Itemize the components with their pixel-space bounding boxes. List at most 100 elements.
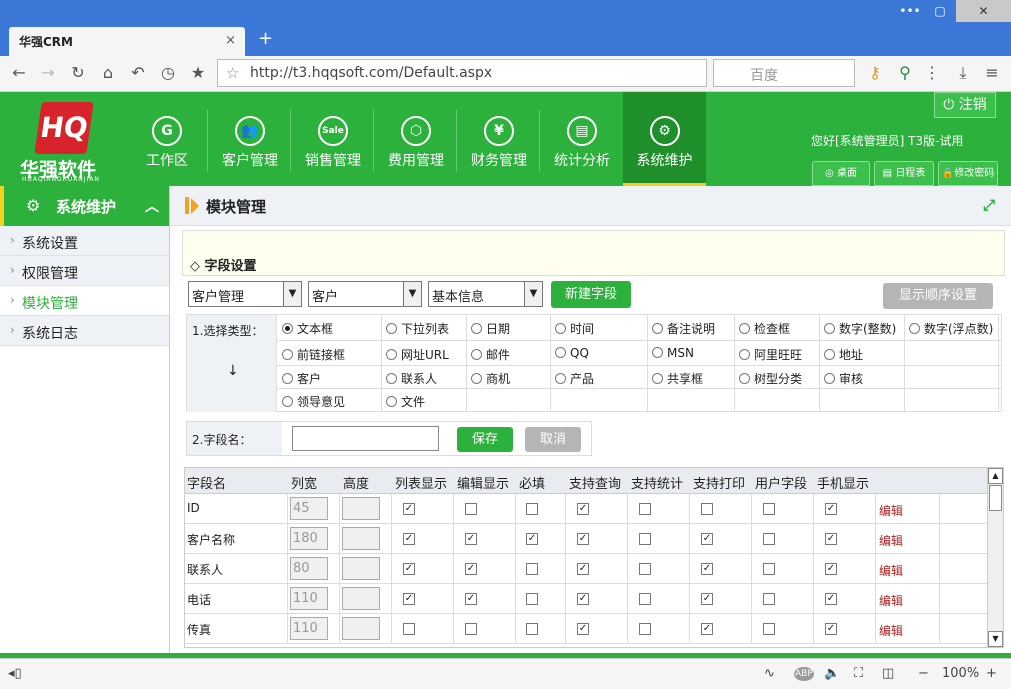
column-width-input[interactable]: 110 [290, 617, 328, 640]
nav-expense[interactable]: ⬡ 费用管理 [376, 92, 456, 186]
option-checkbox[interactable] [639, 503, 651, 515]
edit-link[interactable]: 编辑 [879, 532, 903, 549]
type-radio-memo[interactable]: 备注说明 [652, 320, 715, 337]
col-header[interactable]: 字段名 [187, 473, 226, 492]
option-checkbox[interactable]: ✓ [526, 533, 538, 545]
group-select[interactable]: 基本信息 ▼ [428, 281, 543, 307]
type-radio-prelink[interactable]: 前链接框 [282, 346, 345, 363]
edit-link[interactable]: 编辑 [879, 622, 903, 639]
option-checkbox[interactable]: ✓ [701, 563, 713, 575]
option-checkbox[interactable]: ✓ [825, 623, 837, 635]
type-radio-audit[interactable]: 审核 [824, 370, 863, 387]
option-checkbox[interactable] [465, 623, 477, 635]
scrollbar[interactable]: ▲ ▼ [987, 468, 1003, 647]
option-checkbox[interactable]: ✓ [403, 563, 415, 575]
display-order-button[interactable]: 显示顺序设置 [883, 283, 993, 309]
browser-tab[interactable]: 华强CRM × [9, 27, 245, 56]
split-view-icon[interactable]: ◫ [882, 666, 894, 681]
option-checkbox[interactable] [763, 503, 775, 515]
type-radio-aliwangwang[interactable]: 阿里旺旺 [739, 346, 802, 363]
col-header[interactable]: 列宽 [291, 473, 317, 492]
option-checkbox[interactable]: ✓ [465, 563, 477, 575]
option-checkbox[interactable]: ✓ [577, 563, 589, 575]
menu-button[interactable]: ••• [896, 0, 924, 22]
change-password-button[interactable]: 🔒修改密码 [938, 161, 998, 186]
option-checkbox[interactable]: ✓ [403, 533, 415, 545]
type-radio-url[interactable]: 网址URL [386, 346, 449, 363]
col-header[interactable]: 支持查询 [569, 473, 621, 492]
key-icon[interactable]: ⚷ [865, 63, 885, 83]
height-input[interactable] [342, 497, 380, 520]
zoom-out-button[interactable]: − [918, 666, 929, 681]
zoom-level[interactable]: 100% [942, 666, 979, 681]
nav-customer[interactable]: 👥 客户管理 [210, 92, 290, 186]
back-icon[interactable]: ← [9, 63, 29, 83]
edit-link[interactable]: 编辑 [879, 592, 903, 609]
search-input[interactable]: 百度 [713, 59, 855, 87]
option-checkbox[interactable]: ✓ [701, 593, 713, 605]
option-checkbox[interactable] [763, 563, 775, 575]
edit-link[interactable]: 编辑 [879, 562, 903, 579]
bookmark-star-icon[interactable]: ★ [188, 63, 208, 83]
sidebar-item-system-settings[interactable]: › 系统设置 [0, 226, 169, 256]
logout-button[interactable]: ⏻ 注销 [934, 92, 996, 118]
option-checkbox[interactable] [526, 593, 538, 605]
scroll-up-icon[interactable]: ▲ [988, 468, 1003, 484]
screenshot-icon[interactable]: ⛶ [854, 666, 863, 681]
performance-icon[interactable]: ∿ [764, 666, 775, 681]
col-header[interactable]: 支持打印 [693, 473, 745, 492]
sidebar-header[interactable]: ⚙ 系统维护 ︿ [0, 186, 169, 226]
sidebar-toggle-icon[interactable]: ◂▯ [8, 666, 22, 681]
type-radio-dropdown[interactable]: 下拉列表 [386, 320, 449, 337]
option-checkbox[interactable] [526, 563, 538, 575]
scroll-thumb[interactable] [989, 485, 1002, 511]
type-radio-file[interactable]: 文件 [386, 393, 425, 410]
type-radio-checkbox[interactable]: 检查框 [739, 320, 790, 337]
close-window-button[interactable]: ✕ [956, 0, 1011, 22]
nav-statistics[interactable]: ▤ 统计分析 [542, 92, 622, 186]
option-checkbox[interactable] [526, 503, 538, 515]
option-checkbox[interactable]: ✓ [577, 593, 589, 605]
menu-icon[interactable]: ≡ [982, 63, 1002, 83]
nav-workspace[interactable]: G 工作区 [127, 92, 207, 186]
option-checkbox[interactable] [639, 593, 651, 605]
col-header[interactable]: 列表显示 [395, 473, 447, 492]
scroll-down-icon[interactable]: ▼ [988, 631, 1003, 647]
col-header[interactable]: 手机显示 [817, 473, 869, 492]
height-input[interactable] [342, 557, 380, 580]
col-header[interactable]: 编辑显示 [457, 473, 509, 492]
option-checkbox[interactable]: ✓ [825, 533, 837, 545]
cancel-button[interactable]: 取消 [525, 427, 581, 452]
user-icon[interactable]: ⚲ [895, 63, 915, 83]
option-checkbox[interactable]: ✓ [577, 533, 589, 545]
option-checkbox[interactable]: ✓ [825, 593, 837, 605]
speaker-icon[interactable]: 🔈 [824, 666, 840, 681]
favorite-icon[interactable]: ☆ [226, 64, 239, 82]
option-checkbox[interactable] [465, 503, 477, 515]
option-checkbox[interactable]: ✓ [701, 533, 713, 545]
extension-icon[interactable]: ⋮ [922, 63, 942, 83]
address-bar[interactable]: ☆ http://t3.hqqsoft.com/Default.aspx [217, 59, 707, 87]
desktop-button[interactable]: ◎ 桌面 [812, 161, 870, 186]
type-radio-contact[interactable]: 联系人 [386, 370, 437, 387]
nav-sales[interactable]: Sale 销售管理 [293, 92, 373, 186]
option-checkbox[interactable]: ✓ [465, 533, 477, 545]
option-checkbox[interactable] [639, 623, 651, 635]
forward-icon[interactable]: → [38, 63, 58, 83]
download-icon[interactable]: ⤓ [953, 63, 973, 83]
type-radio-product[interactable]: 产品 [555, 370, 594, 387]
col-header[interactable]: 高度 [343, 473, 369, 492]
entity-select[interactable]: 客户 ▼ [308, 281, 422, 307]
maximize-button[interactable]: ▢ [926, 0, 954, 22]
col-header[interactable]: 必填 [519, 473, 545, 492]
type-radio-share[interactable]: 共享框 [652, 370, 703, 387]
nav-finance[interactable]: ¥ 财务管理 [459, 92, 539, 186]
option-checkbox[interactable]: ✓ [577, 503, 589, 515]
option-checkbox[interactable]: ✓ [577, 623, 589, 635]
module-select[interactable]: 客户管理 ▼ [188, 281, 302, 307]
option-checkbox[interactable] [763, 593, 775, 605]
option-checkbox[interactable]: ✓ [825, 503, 837, 515]
type-radio-date[interactable]: 日期 [471, 320, 510, 337]
column-width-input[interactable]: 180 [290, 527, 328, 550]
option-checkbox[interactable] [639, 533, 651, 545]
